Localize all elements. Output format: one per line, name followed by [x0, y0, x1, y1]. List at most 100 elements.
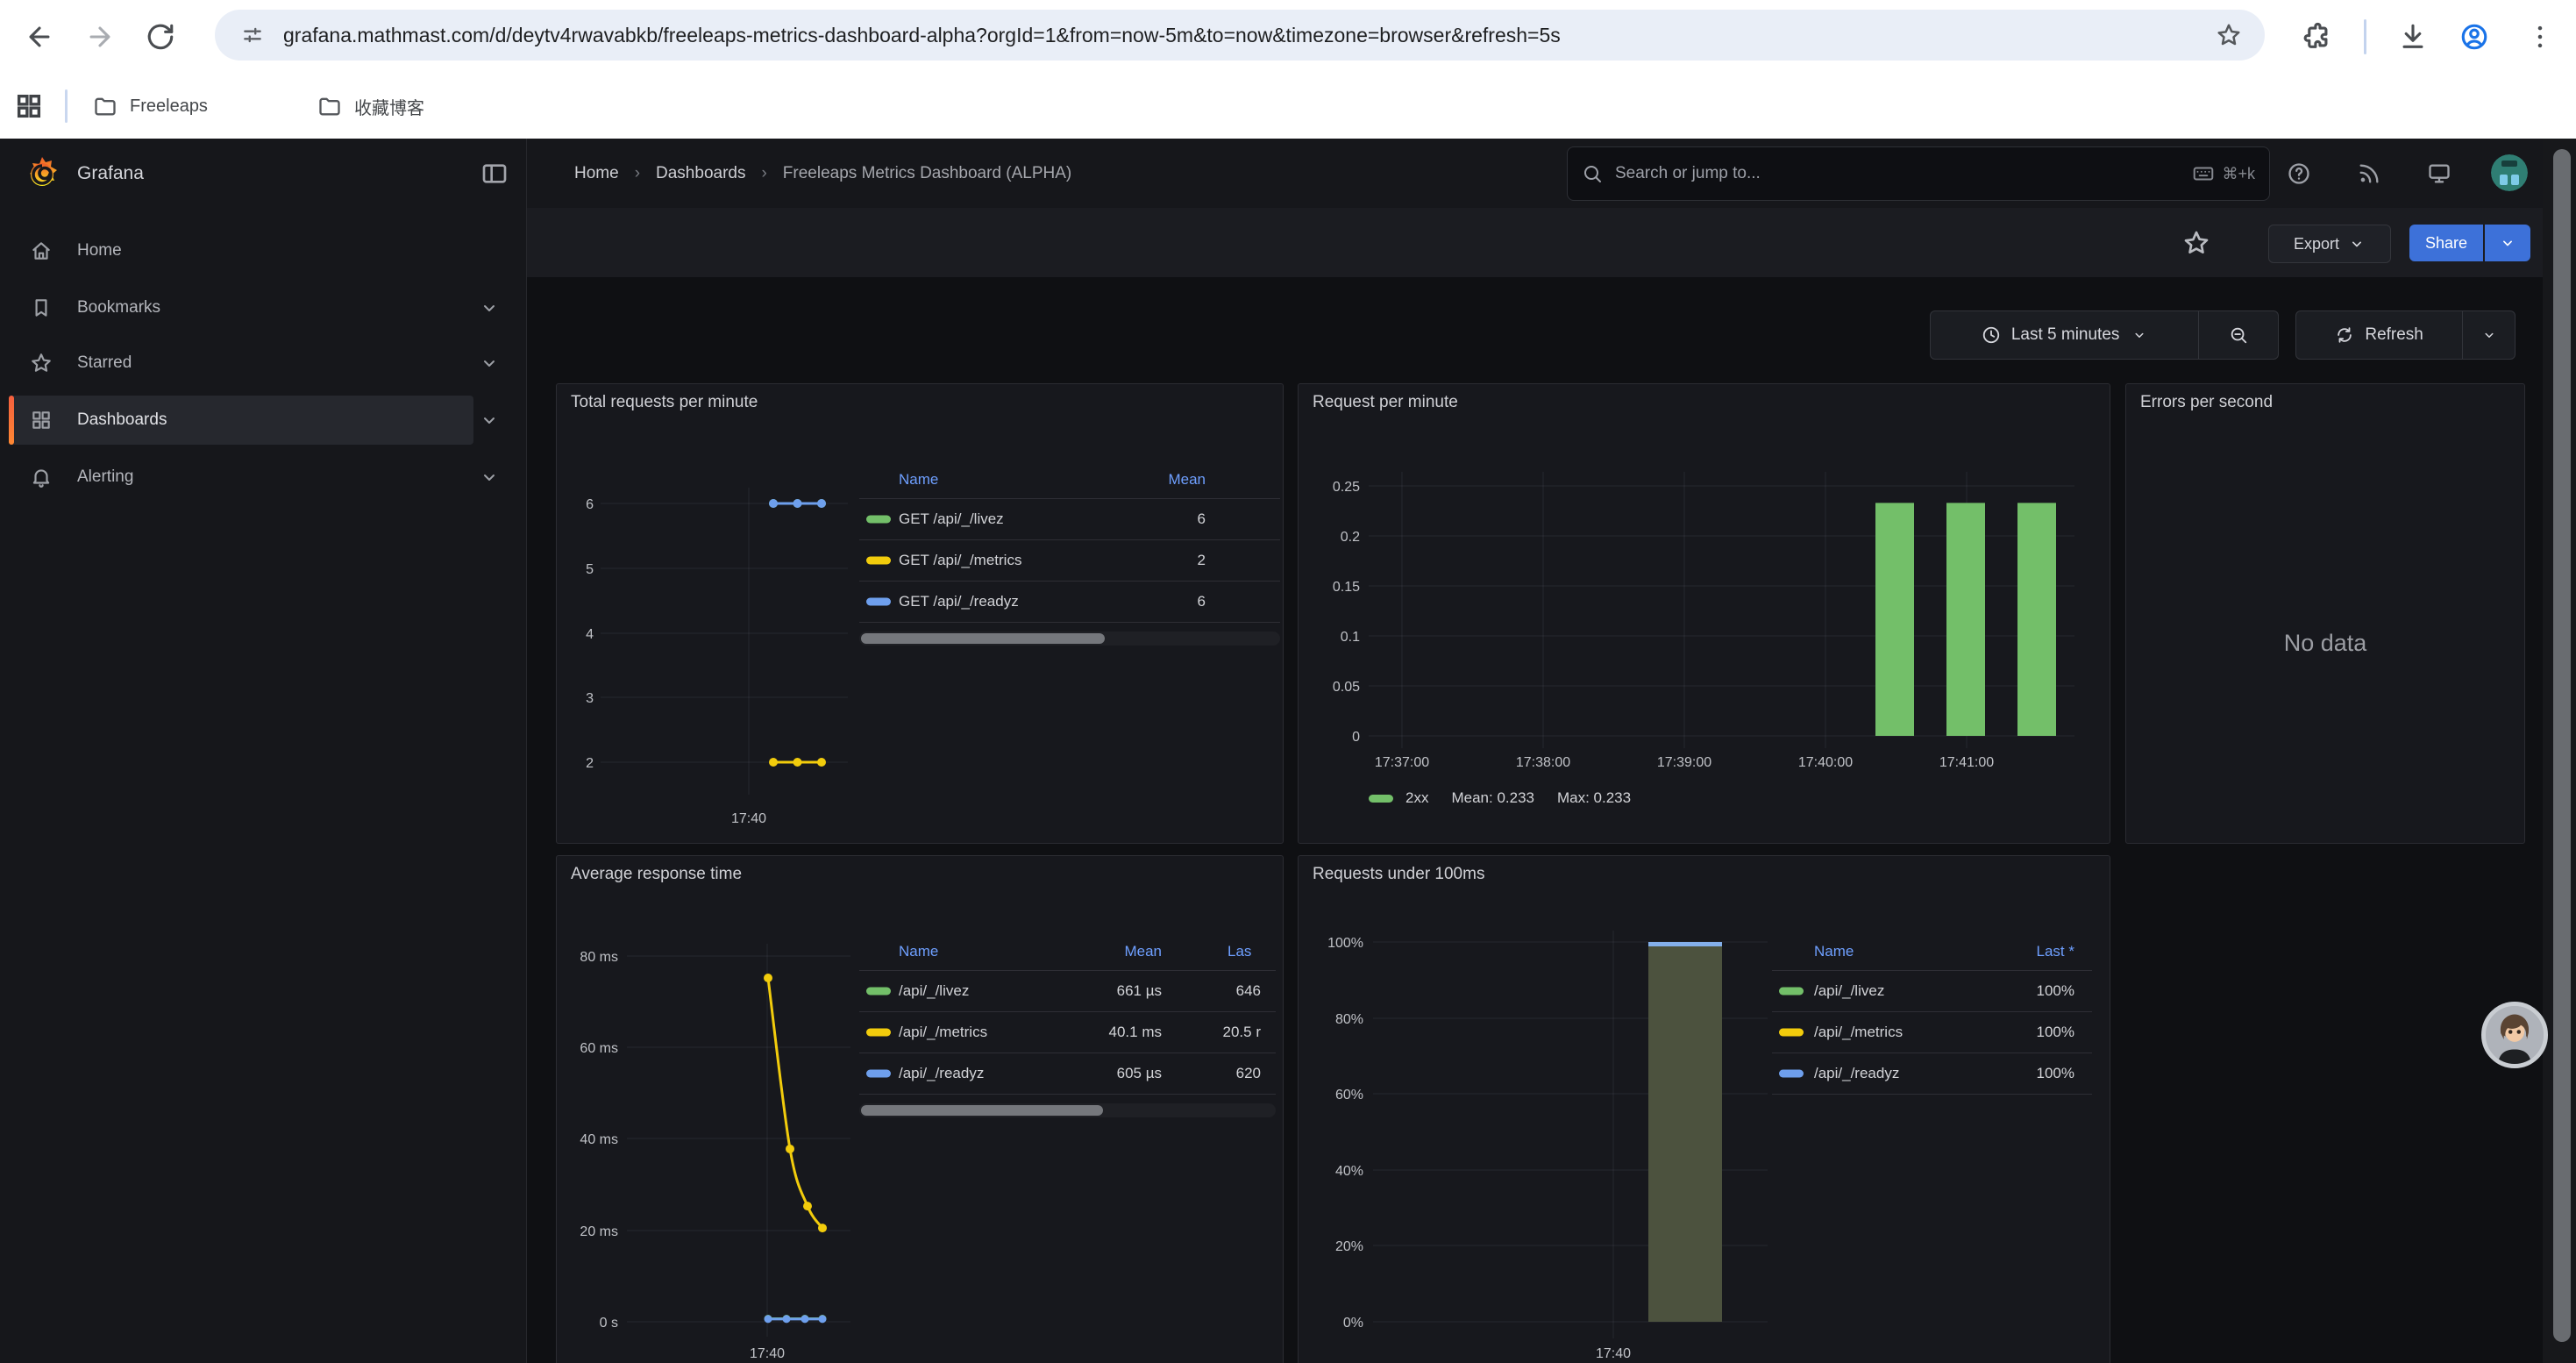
- legend-row[interactable]: /api/_/livez100%: [1772, 971, 2092, 1012]
- chevron-down-icon[interactable]: [479, 297, 500, 318]
- legend-row[interactable]: /api/_/metrics100%: [1772, 1012, 2092, 1053]
- legend-horizontal-scrollbar[interactable]: [859, 1103, 1276, 1117]
- page-scrollbar[interactable]: [2543, 139, 2576, 1363]
- series-color-swatch[interactable]: [1779, 988, 1804, 995]
- legend-header[interactable]: Mean: [1168, 471, 1206, 489]
- series-color-swatch[interactable]: [1779, 1029, 1804, 1037]
- panel-requests-under-100ms: Requests under 100ms 100%80%60%40%20%0%1…: [1298, 855, 2110, 1363]
- star-icon: [30, 352, 53, 375]
- legend-header[interactable]: Name: [1814, 943, 1854, 960]
- help-icon[interactable]: [2287, 161, 2311, 186]
- svg-text:0%: 0%: [1343, 1316, 1363, 1331]
- legend-header[interactable]: Name: [899, 943, 938, 960]
- refresh-interval-button[interactable]: [2462, 311, 2515, 359]
- request-per-minute-chart[interactable]: 0.250.20.150.10.05017:37:0017:38:0017:39…: [1299, 384, 2111, 845]
- legend-horizontal-scrollbar[interactable]: [859, 632, 1280, 646]
- legend-scrollbar-thumb[interactable]: [861, 1105, 1103, 1116]
- refresh-button[interactable]: Refresh: [2296, 311, 2462, 359]
- sidebar-item-bookmarks[interactable]: Bookmarks: [9, 283, 473, 332]
- back-button[interactable]: [17, 14, 62, 60]
- sidebar-item-home[interactable]: Home: [9, 226, 473, 275]
- series-color-swatch[interactable]: [866, 1029, 891, 1037]
- series-color-swatch[interactable]: [866, 988, 891, 995]
- url-bar[interactable]: grafana.mathmast.com/d/deytv4rwavabkb/fr…: [215, 10, 2265, 61]
- bookmark-star-icon[interactable]: [2216, 22, 2242, 48]
- clock-icon: [1982, 325, 2001, 345]
- series-color-swatch[interactable]: [866, 516, 891, 524]
- grafana-logo[interactable]: [23, 154, 61, 193]
- series-legend[interactable]: 2xxMean: 0.233Max: 0.233: [1369, 789, 1631, 807]
- svg-text:17:39:00: 17:39:00: [1657, 755, 1711, 770]
- legend-header[interactable]: Last *: [2037, 943, 2074, 960]
- legend-row[interactable]: GET /api/_/readyz6: [859, 582, 1280, 623]
- svg-text:4: 4: [586, 627, 594, 642]
- reload-icon: [146, 22, 175, 52]
- forward-button[interactable]: [77, 14, 123, 60]
- user-avatar-image: [2491, 154, 2528, 191]
- search-box[interactable]: ⌘+k: [1567, 146, 2270, 201]
- download-icon[interactable]: [2398, 22, 2428, 52]
- favorite-star-icon[interactable]: [2182, 229, 2210, 257]
- time-range-picker: Last 5 minutes: [1930, 310, 2279, 360]
- url-text[interactable]: grafana.mathmast.com/d/deytv4rwavabkb/fr…: [283, 24, 2216, 47]
- site-settings-icon[interactable]: [241, 24, 264, 46]
- export-button[interactable]: Export: [2268, 225, 2391, 263]
- bookmark-folder-blogs[interactable]: 收藏博客: [305, 85, 437, 127]
- legend-cell: 620: [1236, 1065, 1261, 1082]
- floating-assistant-avatar[interactable]: [2481, 1002, 2548, 1068]
- chevron-down-icon[interactable]: [479, 410, 500, 431]
- reload-button[interactable]: [138, 14, 183, 60]
- legend-row[interactable]: /api/_/readyz605 µs620: [859, 1053, 1276, 1095]
- sidebar-item-starred[interactable]: Starred: [9, 339, 473, 388]
- search-input[interactable]: [1613, 163, 2178, 184]
- series-color-swatch[interactable]: [866, 1070, 891, 1078]
- bookmark-folder-freeleaps[interactable]: Freeleaps: [81, 85, 220, 127]
- legend-cell: /api/_/readyz: [899, 1065, 984, 1082]
- legend-row[interactable]: /api/_/metrics40.1 ms20.5 r: [859, 1012, 1276, 1053]
- breadcrumb-home[interactable]: Home: [574, 164, 619, 183]
- kiosk-monitor-icon[interactable]: [2427, 161, 2451, 186]
- legend-row[interactable]: /api/_/livez661 µs646: [859, 971, 1276, 1012]
- series-color-swatch[interactable]: [866, 557, 891, 565]
- legend-row[interactable]: GET /api/_/metrics2: [859, 540, 1280, 582]
- legend-header[interactable]: Name: [899, 471, 938, 489]
- share-button[interactable]: Share: [2409, 225, 2483, 261]
- grafana-app: Grafana Home › Dashboards › Freeleaps Me…: [0, 139, 2576, 1363]
- svg-text:5: 5: [586, 562, 594, 577]
- legend-cell: GET /api/_/metrics: [899, 552, 1021, 569]
- rss-icon[interactable]: [2357, 161, 2381, 186]
- panel-errors-per-second: Errors per second No data: [2125, 383, 2525, 844]
- legend-header[interactable]: Las: [1228, 943, 1251, 960]
- sidebar-toggle-icon[interactable]: [480, 160, 509, 188]
- chevron-down-icon: [2131, 327, 2147, 343]
- sidebar-item-dashboards[interactable]: Dashboards: [9, 396, 473, 445]
- svg-text:0 s: 0 s: [600, 1316, 618, 1331]
- svg-text:17:37:00: 17:37:00: [1375, 755, 1429, 770]
- share-menu-button[interactable]: [2485, 225, 2530, 261]
- apps-grid-icon[interactable]: [14, 91, 44, 121]
- chevron-down-icon[interactable]: [479, 353, 500, 374]
- time-range-button[interactable]: Last 5 minutes: [1931, 311, 2198, 359]
- chevron-down-icon: [2348, 235, 2366, 253]
- legend-table: Name Mean Las/api/_/livez661 µs646/api/_/m…: [859, 933, 1276, 1117]
- page-scrollbar-thumb[interactable]: [2553, 149, 2571, 1342]
- legend-header[interactable]: Mean: [1124, 943, 1162, 960]
- sidebar-item-alerting[interactable]: Alerting: [9, 453, 473, 502]
- legend-row[interactable]: GET /api/_/livez6: [859, 499, 1280, 540]
- legend-row[interactable]: /api/_/readyz100%: [1772, 1053, 2092, 1095]
- series-color-swatch[interactable]: [866, 598, 891, 606]
- user-avatar[interactable]: [2491, 154, 2528, 191]
- breadcrumb-dashboards[interactable]: Dashboards: [656, 164, 745, 183]
- panel-title[interactable]: Errors per second: [2140, 393, 2273, 412]
- zoom-out-button[interactable]: [2198, 311, 2278, 359]
- legend-scrollbar-thumb[interactable]: [861, 633, 1105, 644]
- share-button-label: Share: [2425, 234, 2467, 253]
- browser-menu-icon[interactable]: [2525, 22, 2555, 52]
- requests-under-100ms-chart[interactable]: 100%80%60%40%20%0%17:40: [1299, 856, 2111, 1363]
- chevron-down-icon[interactable]: [479, 467, 500, 488]
- series-color-swatch[interactable]: [1779, 1070, 1804, 1078]
- extensions-icon[interactable]: [2302, 22, 2332, 52]
- profile-icon[interactable]: [2459, 22, 2489, 52]
- assistant-avatar-image: [2486, 1006, 2544, 1064]
- series-color-swatch[interactable]: [1369, 795, 1393, 803]
